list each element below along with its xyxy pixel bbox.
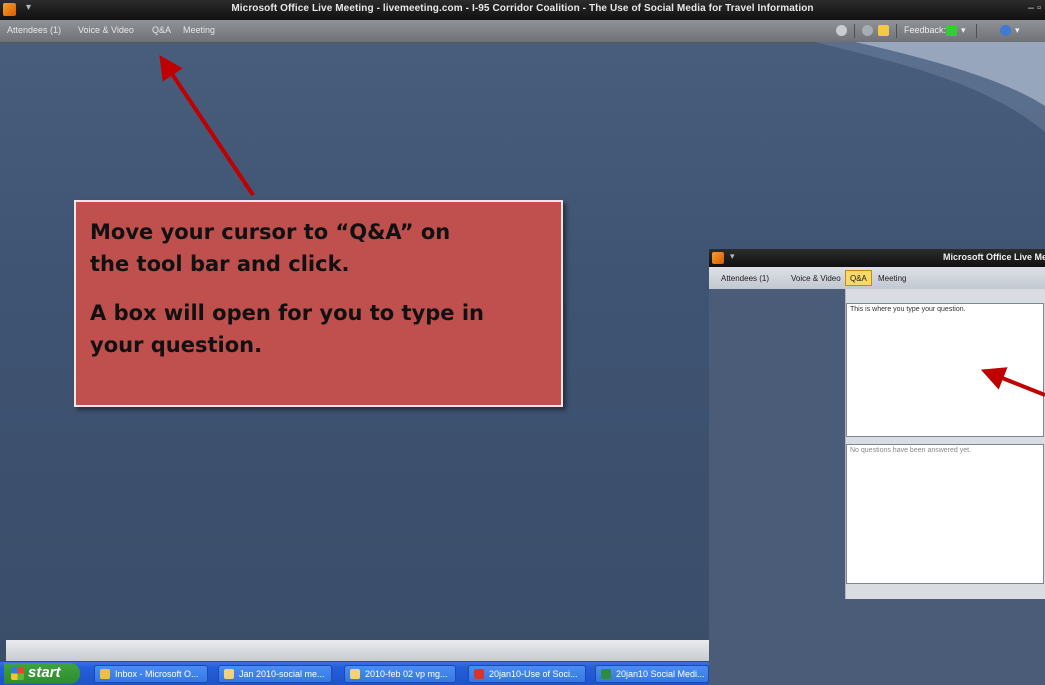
qa-panel-footer xyxy=(846,585,1045,599)
meeting-status-bar xyxy=(6,640,709,661)
folder-icon xyxy=(224,669,234,679)
feedback-label: Feedback: xyxy=(904,25,947,35)
inset-menu-qa[interactable]: Q&A xyxy=(850,274,867,283)
inset-menu-voice-video[interactable]: Voice & Video xyxy=(791,274,841,283)
help-icon[interactable] xyxy=(1000,25,1011,36)
qa-panel: This is where you type your question. No… xyxy=(845,289,1045,599)
window-controls[interactable]: – ▫ xyxy=(1028,2,1041,14)
pointer-icon[interactable] xyxy=(862,25,873,36)
notes-icon[interactable] xyxy=(878,25,889,36)
menu-attendees[interactable]: Attendees (1) xyxy=(7,25,61,35)
callout-line-4: your question. xyxy=(90,333,263,357)
start-label: start xyxy=(28,664,61,681)
windows-logo-icon xyxy=(11,667,24,680)
callout-line-3: A box will open for you to type in xyxy=(90,301,484,325)
callout-line-2: the tool bar and click. xyxy=(90,252,350,276)
window-title: Microsoft Office Live Meeting - livemeet… xyxy=(231,3,814,14)
inset-app-icon[interactable] xyxy=(712,252,724,264)
qa-window-inset: ▾ Microsoft Office Live Me Attendees (1)… xyxy=(709,249,1045,685)
menu-meeting[interactable]: Meeting xyxy=(183,25,215,35)
inset-menu-bar: Attendees (1) Voice & Video Q&A Meeting xyxy=(709,267,1045,289)
excel-icon xyxy=(601,669,611,679)
status-icon[interactable] xyxy=(836,25,847,36)
taskbar-item-excel[interactable]: 20jan10 Social Medi... xyxy=(595,665,709,683)
inset-system-menu-icon[interactable]: ▾ xyxy=(730,251,735,262)
folder-icon xyxy=(350,669,360,679)
feedback-status-icon[interactable] xyxy=(946,25,957,36)
question-input[interactable]: This is where you type your question. xyxy=(846,303,1044,437)
menu-qa[interactable]: Q&A xyxy=(152,25,171,35)
start-button[interactable]: start xyxy=(4,663,80,684)
help-chevron-icon[interactable]: ▾ xyxy=(1015,25,1020,36)
background-swoosh xyxy=(815,42,1045,132)
pdf-icon xyxy=(474,669,484,679)
taskbar-item-inbox[interactable]: Inbox - Microsoft O... xyxy=(94,665,208,683)
inset-menu-attendees[interactable]: Attendees (1) xyxy=(721,274,769,283)
title-bar: ▾ Microsoft Office Live Meeting - liveme… xyxy=(0,0,1045,20)
toolbar-right: Feedback: ▾ ▾ xyxy=(830,21,1045,41)
taskbar-item-jan2010[interactable]: Jan 2010-social me... xyxy=(218,665,332,683)
answered-questions-area: No questions have been answered yet. xyxy=(846,444,1044,584)
outlook-icon xyxy=(100,669,110,679)
taskbar-item-pdf[interactable]: 20jan10-Use of Soci... xyxy=(468,665,586,683)
chevron-down-icon[interactable]: ▾ xyxy=(961,25,966,36)
instruction-callout: Move your cursor to “Q&A” on the tool ba… xyxy=(74,200,563,407)
callout-line-1: Move your cursor to “Q&A” on xyxy=(90,220,451,244)
inset-menu-meeting[interactable]: Meeting xyxy=(878,274,906,283)
inset-window-title: Microsoft Office Live Me xyxy=(943,252,1045,262)
taskbar-item-feb02[interactable]: 2010-feb 02 vp mg... xyxy=(344,665,456,683)
inset-title-bar: ▾ Microsoft Office Live Me xyxy=(709,249,1045,267)
menu-voice-video[interactable]: Voice & Video xyxy=(78,25,134,35)
